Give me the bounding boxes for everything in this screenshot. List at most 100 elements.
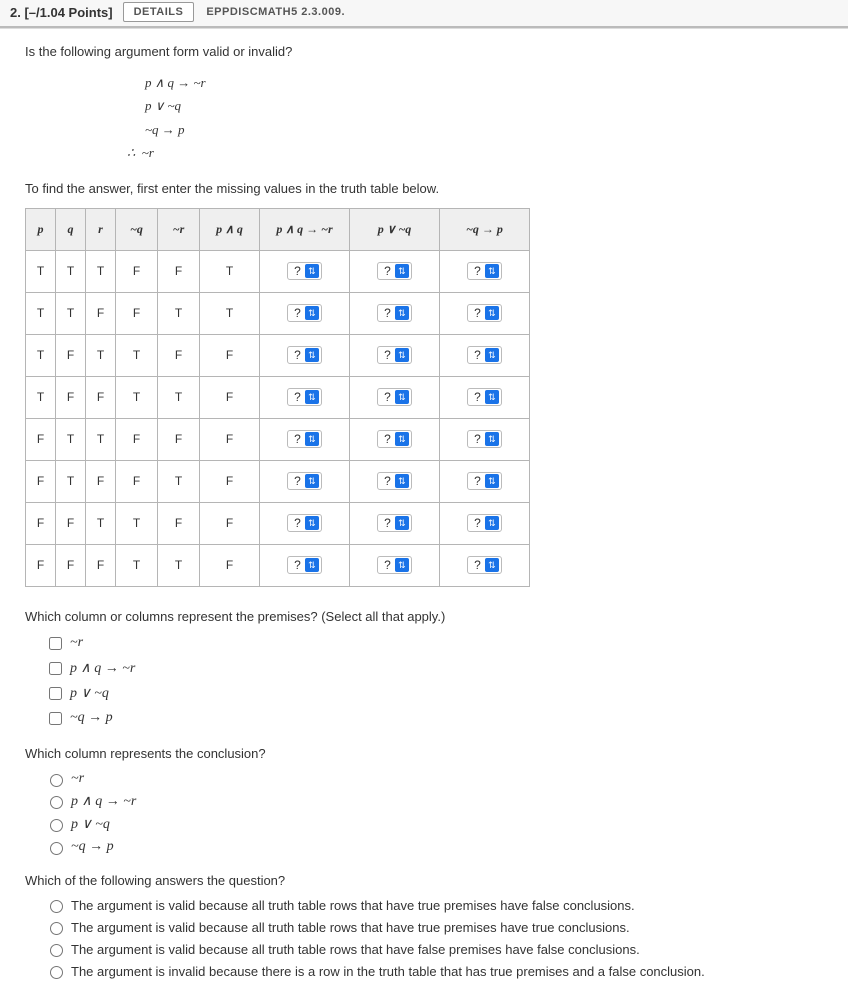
question-number: 2. [–/1.04 Points] [10, 5, 113, 20]
truth-value-select[interactable]: ?⇅ [377, 430, 412, 448]
details-button[interactable]: DETAILS [123, 2, 195, 22]
chevron-updown-icon: ⇅ [305, 306, 319, 320]
truth-value-select[interactable]: ?⇅ [467, 346, 502, 364]
select-placeholder: ? [474, 432, 481, 446]
select-placeholder: ? [384, 390, 391, 404]
truth-value-select[interactable]: ?⇅ [287, 472, 322, 490]
arg-line-3: ~q → p [145, 118, 823, 141]
premises-question: Which column or columns represent the pr… [25, 609, 823, 624]
truth-value-select[interactable]: ?⇅ [467, 304, 502, 322]
truth-value-select[interactable]: ?⇅ [377, 514, 412, 532]
table-row: TFTTFF?⇅?⇅?⇅ [26, 334, 530, 376]
select-placeholder: ? [474, 558, 481, 572]
chevron-updown-icon: ⇅ [305, 432, 319, 446]
label-conc-pvnq: p ∨ ~q [71, 816, 110, 833]
truth-value-select[interactable]: ?⇅ [287, 388, 322, 406]
truth-value-select[interactable]: ?⇅ [467, 388, 502, 406]
cell-nr: T [158, 292, 200, 334]
cell-p: F [26, 418, 56, 460]
select-placeholder: ? [474, 348, 481, 362]
cell-r: T [86, 334, 116, 376]
argument-form: p ∧ q → ~r p ∨ ~q ~q → p ∴ ~r [145, 71, 823, 165]
cell-dropdown: ?⇅ [440, 292, 530, 334]
checkbox-paqnr[interactable] [49, 662, 62, 675]
cell-paq: F [200, 376, 260, 418]
cell-paq: F [200, 460, 260, 502]
select-placeholder: ? [474, 264, 481, 278]
cell-dropdown: ?⇅ [260, 292, 350, 334]
truth-value-select[interactable]: ?⇅ [377, 388, 412, 406]
truth-value-select[interactable]: ?⇅ [287, 430, 322, 448]
cell-nq: F [116, 250, 158, 292]
question-body: Is the following argument form valid or … [0, 28, 848, 1006]
truth-value-select[interactable]: ?⇅ [377, 262, 412, 280]
chevron-updown-icon: ⇅ [485, 390, 499, 404]
radio-conc-nr[interactable] [50, 774, 63, 787]
cell-dropdown: ?⇅ [350, 376, 440, 418]
truth-value-select[interactable]: ?⇅ [377, 304, 412, 322]
radio-conc-nqp[interactable] [50, 842, 63, 855]
table-row: TTTFFT?⇅?⇅?⇅ [26, 250, 530, 292]
truth-value-select[interactable]: ?⇅ [467, 514, 502, 532]
truth-value-select[interactable]: ?⇅ [377, 472, 412, 490]
table-row: TFFTTF?⇅?⇅?⇅ [26, 376, 530, 418]
truth-value-select[interactable]: ?⇅ [287, 346, 322, 364]
truth-value-select[interactable]: ?⇅ [287, 514, 322, 532]
cell-p: T [26, 376, 56, 418]
cell-paq: F [200, 544, 260, 586]
arg-line-2: p ∨ ~q [145, 94, 823, 117]
label-nr: ~r [70, 635, 83, 651]
truth-value-select[interactable]: ?⇅ [287, 262, 322, 280]
truth-value-select[interactable]: ?⇅ [467, 430, 502, 448]
cell-q: F [56, 334, 86, 376]
radio-ans-3[interactable] [50, 944, 63, 957]
cell-nr: T [158, 460, 200, 502]
th-paq: p ∧ q [200, 208, 260, 250]
cell-nq: F [116, 292, 158, 334]
radio-ans-2[interactable] [50, 922, 63, 935]
truth-value-select[interactable]: ?⇅ [377, 346, 412, 364]
premises-options: ~r p ∧ q → ~r p ∨ ~q ~q → p [45, 634, 823, 728]
cell-dropdown: ?⇅ [260, 544, 350, 586]
cell-dropdown: ?⇅ [350, 418, 440, 460]
conclusion-question: Which column represents the conclusion? [25, 746, 823, 761]
cell-p: F [26, 544, 56, 586]
cell-nq: T [116, 502, 158, 544]
truth-value-select[interactable]: ?⇅ [467, 262, 502, 280]
checkbox-nqp[interactable] [49, 712, 62, 725]
answer-option-4: The argument is invalid because there is… [45, 964, 823, 979]
cell-nq: F [116, 460, 158, 502]
table-row: FFFTTF?⇅?⇅?⇅ [26, 544, 530, 586]
chevron-updown-icon: ⇅ [485, 348, 499, 362]
cell-q: F [56, 502, 86, 544]
cell-paq: F [200, 334, 260, 376]
cell-dropdown: ?⇅ [440, 502, 530, 544]
radio-ans-4[interactable] [50, 966, 63, 979]
radio-conc-paqnr[interactable] [50, 796, 63, 809]
label-ans-3: The argument is valid because all truth … [71, 942, 640, 957]
cell-dropdown: ?⇅ [350, 334, 440, 376]
truth-value-select[interactable]: ?⇅ [467, 472, 502, 490]
conclusion-options: ~r p ∧ q → ~r p ∨ ~q ~q → p [45, 771, 823, 855]
checkbox-pvnq[interactable] [49, 687, 62, 700]
conclusion-option-paqnr: p ∧ q → ~r [45, 793, 823, 810]
th-paqnr: p ∧ q → ~r [260, 208, 350, 250]
cell-dropdown: ?⇅ [350, 250, 440, 292]
truth-value-select[interactable]: ?⇅ [287, 304, 322, 322]
truth-value-select[interactable]: ?⇅ [467, 556, 502, 574]
th-r: r [86, 208, 116, 250]
cell-dropdown: ?⇅ [260, 502, 350, 544]
radio-ans-1[interactable] [50, 900, 63, 913]
truth-value-select[interactable]: ?⇅ [377, 556, 412, 574]
cell-dropdown: ?⇅ [350, 502, 440, 544]
checkbox-nr[interactable] [49, 637, 62, 650]
cell-nr: T [158, 544, 200, 586]
label-ans-1: The argument is valid because all truth … [71, 898, 635, 913]
radio-conc-pvnq[interactable] [50, 819, 63, 832]
cell-p: F [26, 502, 56, 544]
premise-option-nr: ~r [45, 634, 823, 653]
cell-dropdown: ?⇅ [260, 460, 350, 502]
th-nr: ~r [158, 208, 200, 250]
truth-value-select[interactable]: ?⇅ [287, 556, 322, 574]
cell-q: T [56, 250, 86, 292]
